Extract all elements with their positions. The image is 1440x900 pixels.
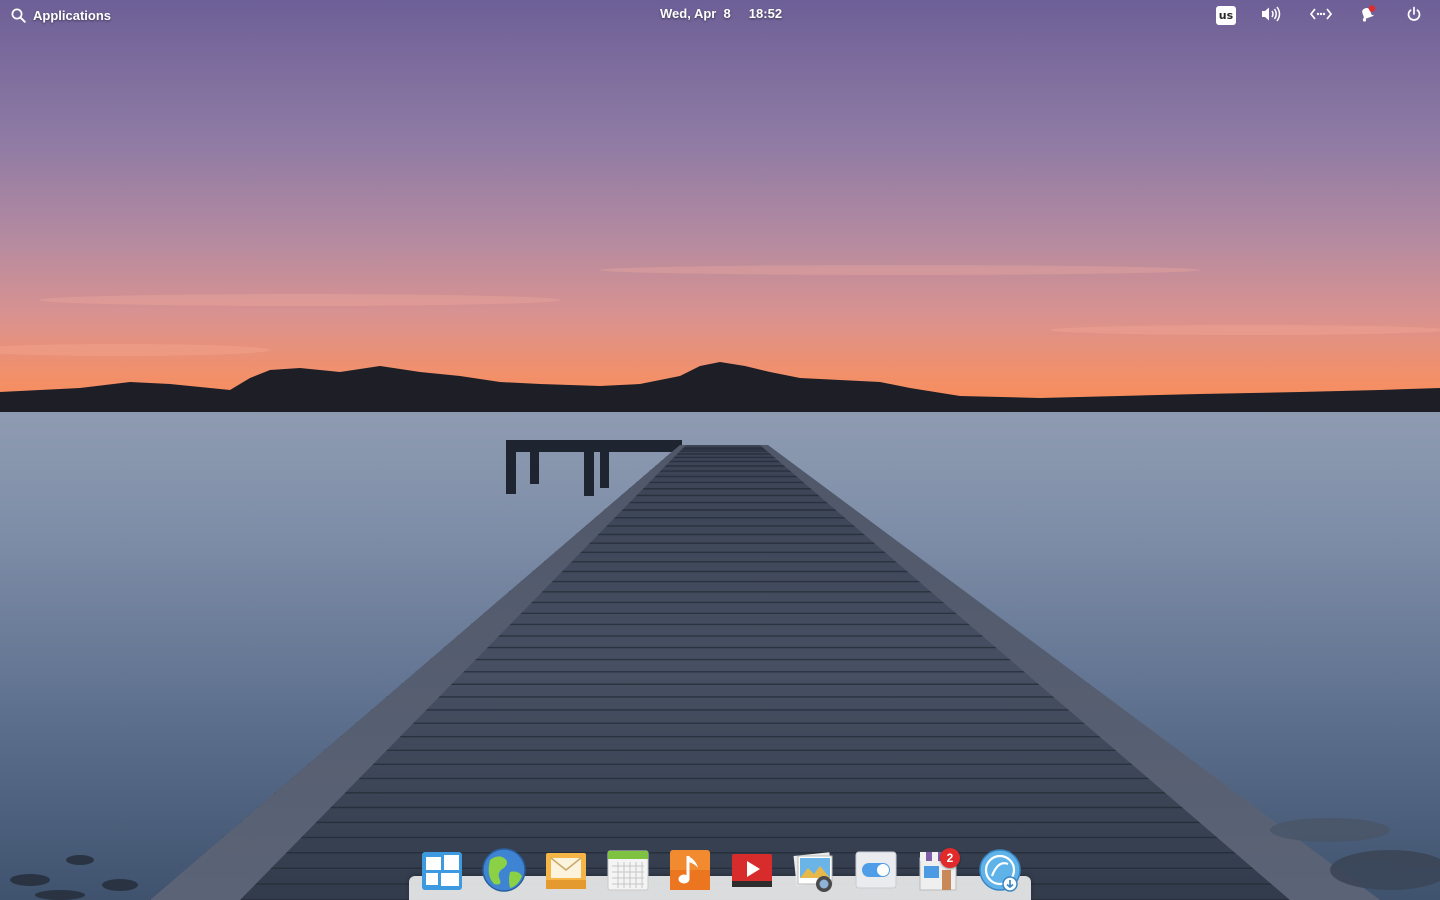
system-settings-icon [852, 846, 900, 894]
dock-item-appcenter[interactable]: 2 [914, 846, 962, 894]
mail-icon [542, 846, 590, 894]
volume-indicator[interactable] [1260, 5, 1282, 25]
music-icon [666, 846, 714, 894]
network-icon [1309, 7, 1333, 24]
power-icon [1406, 6, 1422, 25]
date-time-indicator[interactable]: Wed, Apr 8 18:52 [660, 6, 782, 21]
dock-item-web-browser[interactable] [480, 846, 528, 894]
dock-item-videos[interactable] [728, 846, 776, 894]
web-browser-icon [480, 846, 528, 894]
time-label: 18:52 [748, 6, 783, 21]
dock-item-music[interactable] [666, 846, 714, 894]
videos-icon [728, 846, 776, 894]
dock-item-calendar[interactable] [604, 846, 652, 894]
notifications-indicator[interactable] [1358, 4, 1376, 26]
dock-item-mail[interactable] [542, 846, 590, 894]
date-label: Wed, Apr 8 [660, 6, 731, 21]
keyboard-layout-indicator[interactable]: us [1216, 5, 1236, 25]
applications-label: Applications [33, 7, 112, 23]
multitasking-view-icon [418, 846, 466, 894]
dock-items: 2 [418, 846, 1028, 894]
network-indicator[interactable] [1309, 5, 1333, 25]
updates-badge: 2 [940, 848, 960, 868]
notifications-icon [1358, 4, 1376, 26]
calendar-icon [604, 846, 652, 894]
dock-item-photos[interactable] [790, 846, 838, 894]
top-panel: Applications Wed, Apr 8 18:52 us [0, 0, 1440, 29]
desktop-wallpaper [0, 0, 1440, 900]
search-icon [11, 8, 26, 23]
dock-item-multitasking-view[interactable] [418, 846, 466, 894]
volume-icon [1260, 6, 1282, 25]
session-indicator[interactable] [1406, 5, 1422, 25]
applications-menu-button[interactable]: Applications [11, 5, 111, 25]
photos-icon [790, 846, 838, 894]
dock-item-installer[interactable] [976, 846, 1024, 894]
installer-icon [976, 846, 1024, 894]
dock-item-system-settings[interactable] [852, 846, 900, 894]
keyboard-layout-icon: us [1216, 5, 1236, 25]
